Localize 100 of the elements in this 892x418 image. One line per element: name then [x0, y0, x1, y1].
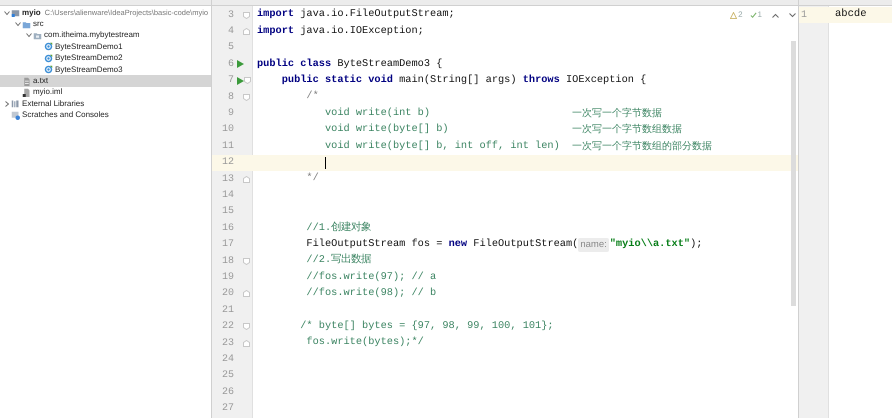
code-text: /* byte[] bytes = {97, 98, 99, 100, 101}; — [299, 318, 554, 334]
code-text: FileOutputStream( — [472, 236, 578, 252]
code-text: ); — [690, 236, 702, 252]
tree-row[interactable]: ByteStreamDemo3 — [0, 64, 211, 76]
tree-label: ByteStreamDemo1 — [55, 40, 123, 53]
tree-label: ByteStreamDemo2 — [55, 52, 123, 64]
tree-label: a.txt — [33, 75, 48, 88]
code-text: import — [257, 24, 294, 39]
tree-label: Scratches and Consoles — [22, 109, 109, 122]
fold-marker-icon[interactable] — [243, 290, 250, 298]
code-text: java.io.IOException; — [299, 24, 424, 39]
line-number: 14 — [220, 188, 234, 203]
tree-label: com.itheima.mybytestream — [44, 29, 140, 42]
code-comment: 一次写一个字节数组的部分数据 — [572, 140, 712, 154]
line-number: 6 — [226, 58, 234, 72]
file-icon — [22, 88, 31, 97]
code-text: /* — [305, 89, 319, 104]
fold-marker-icon[interactable] — [243, 258, 250, 265]
class-icon — [44, 42, 53, 52]
code-text: //fos.write(97); // a — [305, 270, 436, 285]
code-text: new — [448, 236, 468, 252]
fold-marker-icon[interactable] — [243, 12, 250, 19]
module-icon — [11, 8, 20, 18]
parameter-hint: name: — [578, 238, 609, 252]
scratch-icon — [11, 110, 20, 120]
tree-row[interactable]: src — [0, 18, 211, 30]
line-number: 27 — [220, 402, 234, 416]
file-text: abcde — [834, 7, 867, 22]
fold-marker-icon[interactable] — [244, 77, 251, 84]
line-number: 9 — [226, 107, 234, 122]
line-number: 21 — [220, 304, 234, 318]
line-number: 26 — [220, 386, 234, 400]
line-number: 3 — [226, 8, 234, 23]
library-icon — [11, 99, 20, 108]
tree-label: ByteStreamDemo3 — [55, 64, 123, 76]
class-icon — [44, 65, 53, 74]
line-number: 1 — [800, 8, 808, 23]
run-icon[interactable] — [237, 76, 244, 85]
code-text: java.io.FileOutputStream; — [299, 7, 455, 22]
line-number: 25 — [220, 369, 234, 384]
line-number: 20 — [220, 287, 234, 302]
chevron-right-icon[interactable] — [4, 100, 10, 107]
tree-row[interactable]: ByteStreamDemo2 — [0, 52, 211, 64]
line-number: 7 — [226, 74, 234, 88]
code-comment: 一次写一个字节数组数据 — [572, 122, 682, 138]
line-number: 13 — [220, 172, 234, 187]
tree-label: src — [33, 18, 44, 30]
warning-icon — [730, 12, 738, 18]
line-number: 15 — [220, 205, 234, 220]
chevron-down-icon[interactable] — [789, 12, 796, 18]
code-comment: 一次写一个字节数据 — [572, 106, 662, 122]
tree-label: myio.iml — [33, 86, 62, 98]
code-text: //2.写出数据 — [305, 253, 372, 268]
tree-row[interactable]: External Libraries — [0, 98, 211, 110]
tree-row[interactable]: com.itheima.mybytestream — [0, 30, 211, 42]
line-number: 23 — [220, 336, 234, 350]
code-text: void write(byte[] b, int off, int len) — [324, 138, 560, 154]
tree-row[interactable]: ByteStreamDemo1 — [0, 41, 211, 53]
line-number: 17 — [220, 238, 234, 252]
check-icon — [750, 12, 757, 18]
line-number: 22 — [220, 320, 234, 334]
code-text: ByteStreamDemo3 { — [336, 56, 442, 72]
code-text: "myio\\a.txt" — [610, 236, 690, 252]
code-text: import — [257, 7, 294, 22]
tree-row[interactable]: a.txt — [0, 75, 211, 87]
code-text: void write(int b) — [324, 106, 430, 121]
code-text: //1.创建对象 — [305, 220, 372, 236]
code-text: fos.write(bytes);*/ — [305, 335, 424, 350]
tree-label: myio — [22, 6, 41, 19]
chevron-up-icon[interactable] — [772, 12, 779, 18]
package-icon — [33, 30, 42, 40]
code-text: main(String[] args) — [398, 73, 518, 88]
line-number: 18 — [220, 254, 234, 269]
text-cursor — [324, 156, 326, 169]
line-number: 16 — [220, 222, 234, 236]
run-icon[interactable] — [237, 60, 244, 68]
line-number: 19 — [220, 270, 234, 285]
scrollbar[interactable] — [791, 41, 796, 306]
line-number: 4 — [226, 25, 234, 40]
line-number: 10 — [220, 123, 234, 138]
code-text: public class — [257, 56, 332, 72]
line-number: 8 — [226, 90, 234, 105]
tree-row[interactable]: Scratches and Consoles — [0, 110, 211, 121]
code-text: throws — [522, 73, 560, 88]
code-text: */ — [305, 171, 319, 186]
folder-icon — [22, 20, 31, 29]
fold-marker-icon[interactable] — [243, 323, 250, 330]
fold-marker-icon[interactable] — [243, 28, 250, 36]
code-text: void write(byte[] b) — [324, 122, 449, 138]
fold-marker-icon[interactable] — [243, 94, 250, 101]
text-file-icon — [22, 76, 31, 86]
line-number: 12 — [220, 156, 234, 170]
code-text: IOException { — [564, 73, 646, 88]
code-text: public static void — [280, 73, 393, 88]
code-text: //fos.write(98); // b — [305, 286, 436, 302]
tree-row[interactable]: myio.iml — [0, 86, 211, 98]
class-icon — [44, 54, 53, 63]
line-number: 24 — [220, 352, 234, 367]
line-number: 11 — [220, 140, 234, 154]
code-text: FileOutputStream fos = — [305, 236, 444, 252]
